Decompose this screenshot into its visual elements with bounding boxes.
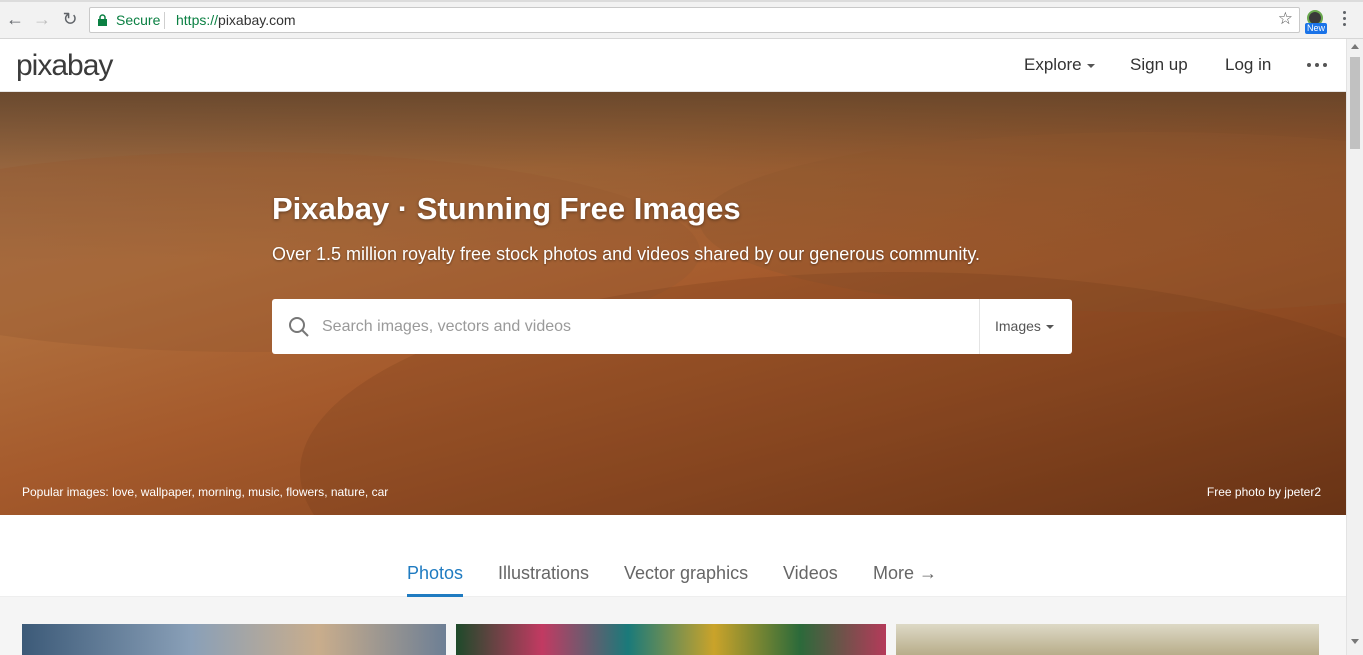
search-divider xyxy=(979,299,980,354)
search-input[interactable] xyxy=(322,309,962,344)
popular-link[interactable]: music xyxy=(248,485,279,499)
scroll-down-arrow-icon[interactable] xyxy=(1351,639,1359,644)
tab-strip xyxy=(0,0,1363,2)
search-type-select[interactable]: Images xyxy=(995,318,1054,334)
popular-link[interactable]: wallpaper xyxy=(141,485,192,499)
popular-link[interactable]: morning xyxy=(198,485,241,499)
url-scheme: https:// xyxy=(176,12,219,28)
page-scrollbar[interactable] xyxy=(1346,39,1363,655)
tab-photos[interactable]: Photos xyxy=(407,563,463,584)
lock-icon xyxy=(98,14,107,26)
address-bar[interactable]: Secure https://pixabay.com ☆ xyxy=(89,7,1300,33)
hero-subtitle: Over 1.5 million royalty free stock phot… xyxy=(272,244,981,264)
browser-menu-icon[interactable] xyxy=(1338,9,1352,29)
bookmark-star-icon[interactable]: ☆ xyxy=(1278,9,1293,29)
popular-link[interactable]: flowers xyxy=(286,485,324,499)
search-type-label: Images xyxy=(995,318,1041,334)
extension-badge: New xyxy=(1305,23,1328,34)
hero-title: Pixabay · Stunning Free Images xyxy=(272,191,741,226)
address-separator xyxy=(164,12,165,29)
tab-more[interactable]: More → xyxy=(873,563,937,584)
secure-label: Secure xyxy=(116,12,161,28)
search-box: Images xyxy=(272,299,1072,354)
back-icon[interactable]: ← xyxy=(5,9,25,29)
scroll-thumb[interactable] xyxy=(1350,57,1360,149)
photo-credit[interactable]: Free photo by jpeter2 xyxy=(1207,485,1321,499)
image-gallery xyxy=(0,597,1346,655)
caret-down-icon xyxy=(1086,63,1095,68)
pixabay-logo[interactable]: pixabay xyxy=(16,49,113,83)
tab-videos[interactable]: Videos xyxy=(783,563,838,584)
extension-icon[interactable]: New xyxy=(1305,10,1328,34)
tab-vector-graphics[interactable]: Vector graphics xyxy=(624,563,748,584)
popular-label: Popular images: xyxy=(22,485,109,499)
caret-down-icon xyxy=(1045,325,1054,330)
explore-menu[interactable]: Explore xyxy=(1024,55,1095,75)
popular-link[interactable]: nature xyxy=(331,485,365,499)
search-icon[interactable] xyxy=(288,316,310,338)
url-text[interactable]: https://pixabay.com xyxy=(176,12,296,28)
gallery-thumbnail[interactable] xyxy=(22,624,446,655)
media-type-tabs: Photos Illustrations Vector graphics Vid… xyxy=(0,515,1346,597)
login-link[interactable]: Log in xyxy=(1225,55,1271,75)
hero-banner: Pixabay · Stunning Free Images Over 1.5 … xyxy=(0,92,1346,515)
forward-icon[interactable]: → xyxy=(32,9,52,29)
popular-link[interactable]: love xyxy=(112,485,134,499)
gallery-thumbnail[interactable] xyxy=(896,624,1319,655)
scroll-up-arrow-icon[interactable] xyxy=(1351,44,1359,49)
more-options-icon[interactable] xyxy=(1307,63,1327,69)
tab-illustrations[interactable]: Illustrations xyxy=(498,563,589,584)
popular-link[interactable]: car xyxy=(372,485,389,499)
reload-icon[interactable]: ↻ xyxy=(60,9,80,29)
browser-toolbar: ← → ↻ Secure https://pixabay.com ☆ New xyxy=(0,0,1363,39)
site-header: pixabay Explore Sign up Log in xyxy=(0,39,1346,92)
explore-label: Explore xyxy=(1024,55,1082,74)
popular-images: Popular images: love, wallpaper, morning… xyxy=(22,485,389,499)
gallery-thumbnail[interactable] xyxy=(456,624,886,655)
signup-link[interactable]: Sign up xyxy=(1130,55,1188,75)
url-host: pixabay.com xyxy=(218,12,296,28)
